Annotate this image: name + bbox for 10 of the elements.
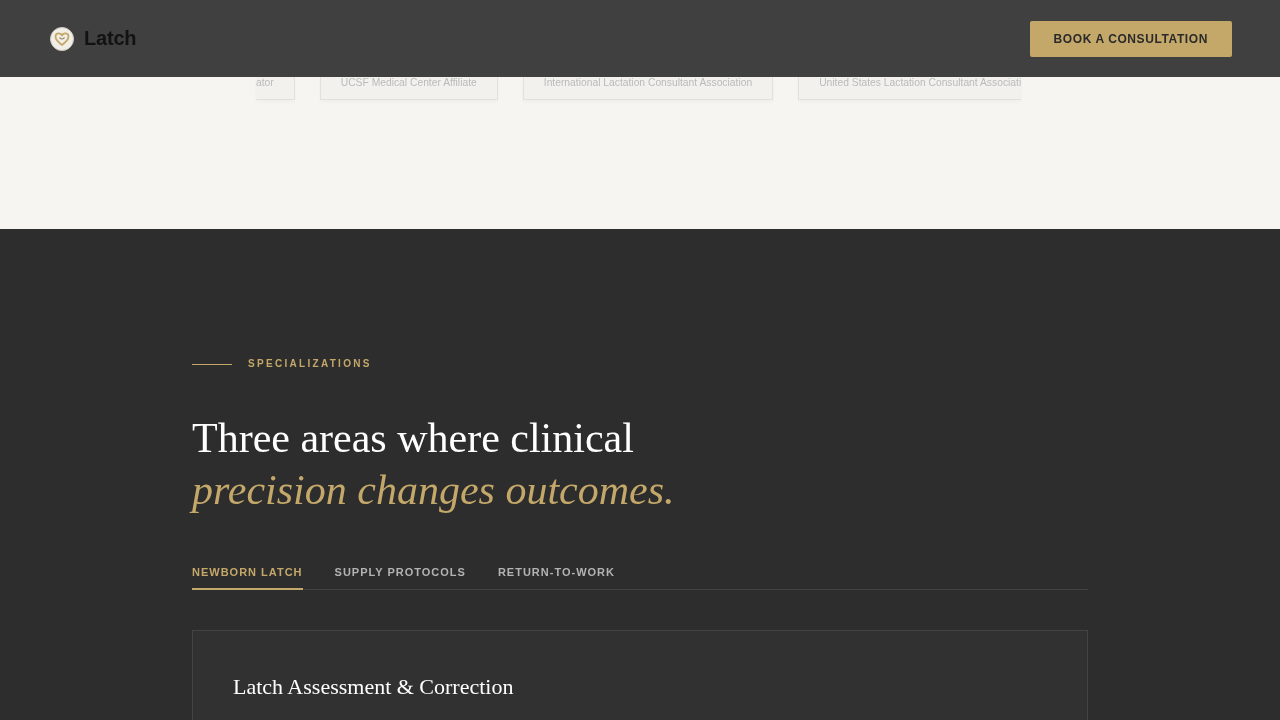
- section-heading: Three areas where clinical: [192, 414, 634, 463]
- credential-label: UCSF Medical Center Affiliate: [340, 77, 477, 88]
- specialization-tab[interactable]: RETURN-TO-WORK: [497, 565, 615, 590]
- panel-title: Latch Assessment & Correction: [233, 673, 514, 701]
- specialization-tab[interactable]: SUPPLY PROTOCOLS: [334, 565, 466, 590]
- credential-label: International Lactation Consultant Association: [543, 77, 753, 88]
- section-eyebrow: SPECIALIZATIONS: [248, 357, 372, 371]
- heart-logo-icon: [50, 26, 74, 51]
- specialization-tab[interactable]: NEWBORN LATCH: [192, 565, 303, 590]
- book-consultation-button[interactable]: BOOK A CONSULTATION: [1029, 20, 1232, 57]
